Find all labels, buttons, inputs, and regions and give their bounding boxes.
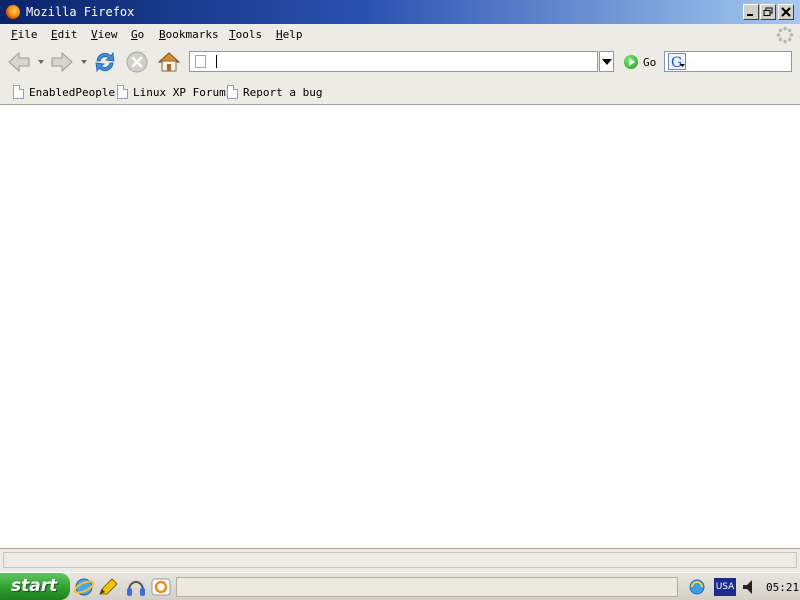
home-icon[interactable] (157, 50, 181, 74)
clock[interactable]: 05:21 (766, 581, 799, 594)
menu-bookmarks[interactable]: Bookmarks (159, 28, 219, 41)
url-input[interactable] (189, 51, 598, 72)
headphones-icon[interactable] (125, 577, 147, 597)
menu-help[interactable]: Help (276, 28, 303, 41)
throbber-icon (776, 26, 794, 44)
page-icon (195, 55, 206, 68)
taskbar: start USA 05:21 (0, 572, 800, 600)
page-content[interactable] (0, 105, 800, 548)
minimize-button[interactable] (743, 4, 759, 20)
status-bar (0, 548, 800, 572)
title-bar[interactable]: Mozilla Firefox (0, 0, 800, 24)
system-tray: USA 05:21 (684, 575, 799, 598)
taskbar-task-area[interactable] (176, 577, 678, 597)
url-history-dropdown[interactable] (599, 51, 614, 72)
firefox-icon (6, 5, 20, 19)
bookmark-page-icon (227, 85, 238, 99)
bookmark-label: Report a bug (243, 86, 323, 99)
maximize-button[interactable] (760, 4, 776, 20)
go-icon (624, 55, 638, 69)
google-search-engine-icon[interactable]: G (668, 53, 686, 70)
navigation-toolbar: Go G (0, 46, 800, 79)
internet-explorer-icon[interactable] (73, 577, 95, 597)
menu-edit[interactable]: Edit (51, 28, 78, 41)
media-player-icon[interactable] (150, 577, 172, 597)
menu-go[interactable]: Go (131, 28, 144, 41)
menu-bar: File Edit View Go Bookmarks Tools Help (0, 24, 800, 47)
status-panel (3, 552, 797, 568)
bookmark-page-icon (13, 85, 24, 99)
pencil-icon[interactable] (97, 577, 119, 597)
network-icon[interactable] (688, 578, 706, 596)
volume-icon[interactable] (741, 578, 757, 596)
forward-dropdown-icon[interactable] (81, 60, 87, 64)
menu-tools[interactable]: Tools (229, 28, 262, 41)
text-caret (216, 55, 217, 68)
bookmark-label: EnabledPeople (29, 86, 116, 99)
window-title: Mozilla Firefox (26, 5, 135, 19)
stop-icon[interactable] (125, 50, 149, 74)
back-dropdown-icon[interactable] (38, 60, 44, 64)
go-label: Go (643, 56, 657, 69)
language-indicator[interactable]: USA (714, 578, 736, 596)
forward-icon[interactable] (50, 50, 74, 74)
bookmarks-toolbar: EnabledPeople Linux XP Forum Report a bu… (0, 78, 800, 105)
reload-icon[interactable] (93, 50, 117, 74)
close-button[interactable] (778, 4, 794, 20)
start-button[interactable]: start (0, 573, 70, 600)
bookmark-page-icon (117, 85, 128, 99)
search-input[interactable]: G (664, 51, 792, 72)
menu-view[interactable]: View (91, 28, 118, 41)
bookmark-label: Linux XP Forum (133, 86, 226, 99)
start-label: start (11, 576, 58, 596)
back-icon[interactable] (7, 50, 31, 74)
svg-text:G: G (671, 55, 682, 70)
menu-file[interactable]: File (11, 28, 38, 41)
